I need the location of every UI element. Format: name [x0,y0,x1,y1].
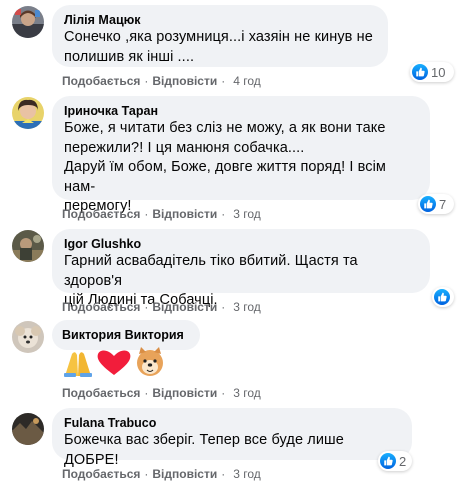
comment-actions: Подобається · Відповісти · 3 год [62,385,261,401]
comment-timestamp[interactable]: 3 год [233,300,261,314]
avatar-photo-icon [12,97,44,129]
reaction-summary[interactable] [432,287,454,307]
like-button[interactable]: Подобається [62,74,140,88]
avatar[interactable] [12,97,44,129]
separator-dot: · [221,300,226,314]
avatar[interactable] [12,6,44,38]
comment-bubble: Fulana Trabuco Божечка вас зберіг. Тепер… [52,408,412,468]
comment-text: Сонечко ,яка розумниця...і хазяін не кин… [64,29,373,65]
reaction-summary[interactable]: 2 [378,451,412,471]
like-button[interactable]: Подобається [62,207,140,221]
reaction-summary[interactable]: 7 [418,194,454,214]
avatar[interactable] [12,230,44,262]
comment-timestamp[interactable]: 3 год [233,386,261,400]
comment-timestamp[interactable]: 3 год [233,207,261,221]
dog-face-icon [137,347,163,376]
separator-dot: · [144,467,149,481]
avatar[interactable] [12,321,44,353]
comment-text: Божечка вас зберіг. Тепер все буде лише … [64,432,344,468]
comment-author[interactable]: Виктория Виктория [62,327,190,343]
folded-hands-icon [64,352,92,377]
thumbs-up-icon [434,289,450,305]
reaction-count: 7 [439,196,447,212]
avatar-photo-icon [12,6,44,38]
comment-actions: Подобається · Відповісти · 3 год [62,299,261,315]
like-button[interactable]: Подобається [62,300,140,314]
comment-author[interactable]: Лілія Мацюк [64,12,376,28]
comment-bubble: Іриночка Таран Боже, я читати без сліз н… [52,96,430,214]
reply-button[interactable]: Відповісти [152,386,217,400]
thumbs-up-icon [412,64,428,80]
avatar-photo-icon [12,230,44,262]
reaction-summary[interactable]: 10 [410,62,454,82]
comment-author[interactable]: Іриночка Таран [64,103,418,119]
like-button[interactable]: Подобається [62,467,140,481]
avatar[interactable] [12,413,44,445]
thumbs-up-icon [420,196,436,212]
comment-timestamp[interactable]: 4 год [233,74,261,88]
separator-dot: · [144,386,149,400]
emoji-comment [62,346,166,383]
separator-dot: · [221,467,226,481]
comment-text: Боже, я читати без сліз не можу, а як во… [64,120,386,214]
reply-button[interactable]: Відповісти [152,467,217,481]
comment-bubble: Лілія Мацюк Сонечко ,яка розумниця...і х… [52,5,388,67]
avatar-photo-icon [12,413,44,445]
like-button[interactable]: Подобається [62,386,140,400]
reply-button[interactable]: Відповісти [152,207,217,221]
separator-dot: · [221,386,226,400]
avatar-photo-icon [12,321,44,353]
reply-button[interactable]: Відповісти [152,300,217,314]
comment-author[interactable]: Fulana Trabuco [64,415,400,431]
comment-actions: Подобається · Відповісти · 3 год [62,206,261,222]
comment-actions: Подобається · Відповісти · 4 год [62,73,261,89]
separator-dot: · [144,300,149,314]
red-heart-icon [97,350,131,375]
comment-author[interactable]: Igor Glushko [64,236,418,252]
comment-bubble: Igor Glushko Гарний асвабадітель тіко вб… [52,229,430,308]
separator-dot: · [144,74,149,88]
reply-button[interactable]: Відповісти [152,74,217,88]
reaction-count: 2 [399,453,407,469]
reaction-count: 10 [431,64,446,80]
comment-actions: Подобається · Відповісти · 3 год [62,466,261,482]
thumbs-up-icon [380,453,396,469]
separator-dot: · [144,207,149,221]
separator-dot: · [221,207,226,221]
comment-timestamp[interactable]: 3 год [233,467,261,481]
separator-dot: · [221,74,226,88]
